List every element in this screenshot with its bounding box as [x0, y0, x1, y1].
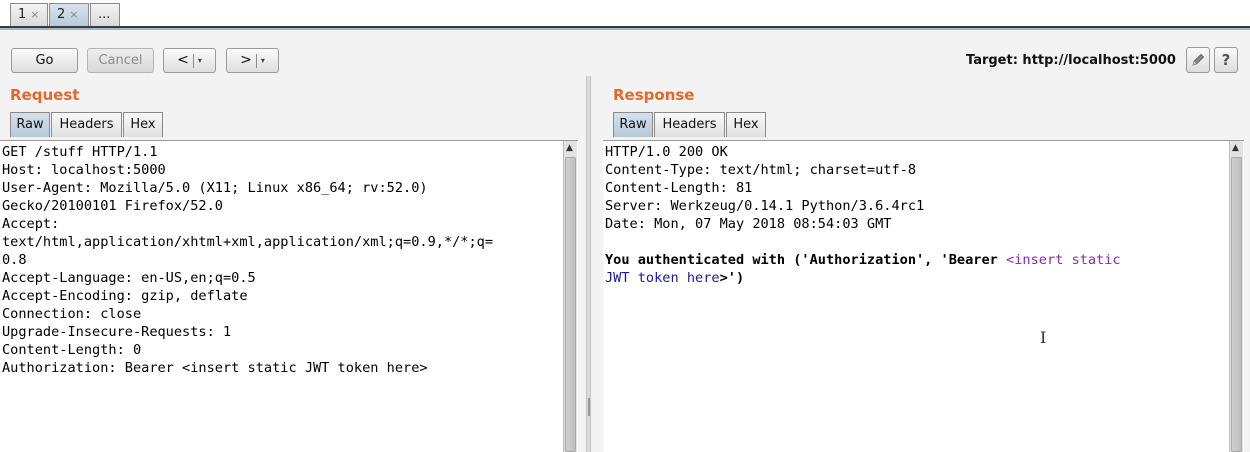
request-tab-hex-label: Hex [130, 117, 156, 132]
request-line: Authorization: Bearer <insert static JWT… [2, 360, 428, 376]
back-button[interactable]: < ▾ [163, 48, 216, 73]
tab-1[interactable]: 1 × [10, 3, 48, 26]
response-title: Response [613, 86, 695, 104]
go-label: Go [35, 53, 54, 68]
request-tab-raw[interactable]: Raw [10, 112, 50, 137]
response-scrollbar[interactable]: ▲ [1229, 141, 1243, 452]
request-line: Accept-Language: en-US,en;q=0.5 [2, 270, 256, 286]
text-cursor-icon: I [1040, 328, 1047, 347]
request-tab-raw-label: Raw [16, 117, 44, 132]
close-icon[interactable]: × [30, 8, 39, 21]
response-body-suffix: ') [727, 270, 745, 286]
request-tab-hex[interactable]: Hex [123, 112, 163, 137]
tab-more[interactable]: ... [90, 3, 120, 26]
request-line: Connection: close [2, 306, 142, 322]
request-line: 0.8 [2, 252, 27, 268]
tab-2[interactable]: 2 × [49, 3, 89, 26]
request-tab-headers[interactable]: Headers [51, 112, 122, 137]
back-arrow-icon: < [177, 52, 189, 68]
response-line: HTTP/1.0 200 OK [605, 144, 728, 160]
html-tag-text: insert static [1014, 252, 1121, 268]
button-separator [255, 53, 257, 68]
response-editor[interactable]: HTTP/1.0 200 OK Content-Type: text/html;… [603, 140, 1244, 452]
forward-button[interactable]: > ▾ [226, 48, 279, 73]
response-tab-headers[interactable]: Headers [654, 112, 725, 137]
help-icon: ? [1221, 51, 1231, 69]
html-tag-open: < [1006, 252, 1015, 268]
request-line: User-Agent: Mozilla/5.0 (X11; Linux x86_… [2, 180, 428, 196]
split-divider[interactable] [586, 76, 591, 452]
request-line: Accept-Encoding: gzip, deflate [2, 288, 248, 304]
scroll-up-icon[interactable]: ▲ [1232, 143, 1239, 153]
tab-more-label: ... [98, 7, 111, 22]
response-line: Content-Length: 81 [605, 180, 753, 196]
request-line: text/html,application/xhtml+xml,applicat… [2, 234, 494, 250]
response-tab-raw-label: Raw [619, 117, 647, 132]
response-text[interactable]: HTTP/1.0 200 OK Content-Type: text/html;… [605, 143, 1121, 287]
repeater-tab-strip: 1 × 2 × ... [0, 0, 1250, 30]
response-line: Date: Mon, 07 May 2018 08:54:03 GMT [605, 216, 892, 232]
html-tag-close: > [719, 270, 728, 286]
request-line: Gecko/20100101 Firefox/52.0 [2, 198, 223, 214]
chevron-down-icon[interactable]: ▾ [198, 56, 202, 65]
request-tab-headers-label: Headers [59, 117, 114, 132]
response-tab-raw[interactable]: Raw [613, 112, 653, 137]
chevron-down-icon[interactable]: ▾ [261, 56, 265, 65]
pencil-icon [1192, 53, 1205, 66]
response-scrollbar-thumb[interactable] [1231, 157, 1242, 452]
response-body-text: You authenticated with ('Authorization',… [605, 252, 1007, 268]
tab-1-label: 1 [18, 7, 27, 22]
request-title: Request [10, 86, 80, 104]
close-icon[interactable]: × [69, 8, 78, 21]
request-line: Accept: [2, 216, 60, 232]
request-scrollbar-thumb[interactable] [565, 157, 576, 452]
edit-target-button[interactable] [1186, 47, 1210, 73]
request-line: Upgrade-Insecure-Requests: 1 [2, 324, 232, 340]
cancel-button[interactable]: Cancel [87, 48, 154, 73]
scroll-up-icon[interactable]: ▲ [566, 143, 573, 153]
response-tab-hex[interactable]: Hex [726, 112, 766, 137]
request-editor[interactable]: GET /stuff HTTP/1.1 Host: localhost:5000… [0, 140, 578, 452]
forward-arrow-icon: > [240, 52, 252, 68]
request-line: Content-Length: 0 [2, 342, 142, 358]
tab-2-label: 2 [57, 7, 66, 22]
target-label: Target: http://localhost:5000 [966, 53, 1176, 68]
go-button[interactable]: Go [11, 48, 78, 73]
cancel-label: Cancel [98, 53, 143, 68]
help-button[interactable]: ? [1214, 47, 1238, 73]
divider-grip[interactable] [588, 398, 590, 416]
request-text[interactable]: GET /stuff HTTP/1.1 Host: localhost:5000… [2, 143, 493, 377]
request-line: Host: localhost:5000 [2, 162, 166, 178]
response-line: Server: Werkzeug/0.14.1 Python/3.6.4rc1 [605, 198, 925, 214]
response-tab-headers-label: Headers [662, 117, 717, 132]
response-line: Content-Type: text/html; charset=utf-8 [605, 162, 916, 178]
request-scrollbar[interactable]: ▲ [563, 141, 577, 452]
response-tab-hex-label: Hex [733, 117, 759, 132]
request-line: GET /stuff HTTP/1.1 [2, 144, 158, 160]
html-tag-text-2: JWT token here [605, 270, 720, 286]
button-separator [192, 53, 194, 68]
